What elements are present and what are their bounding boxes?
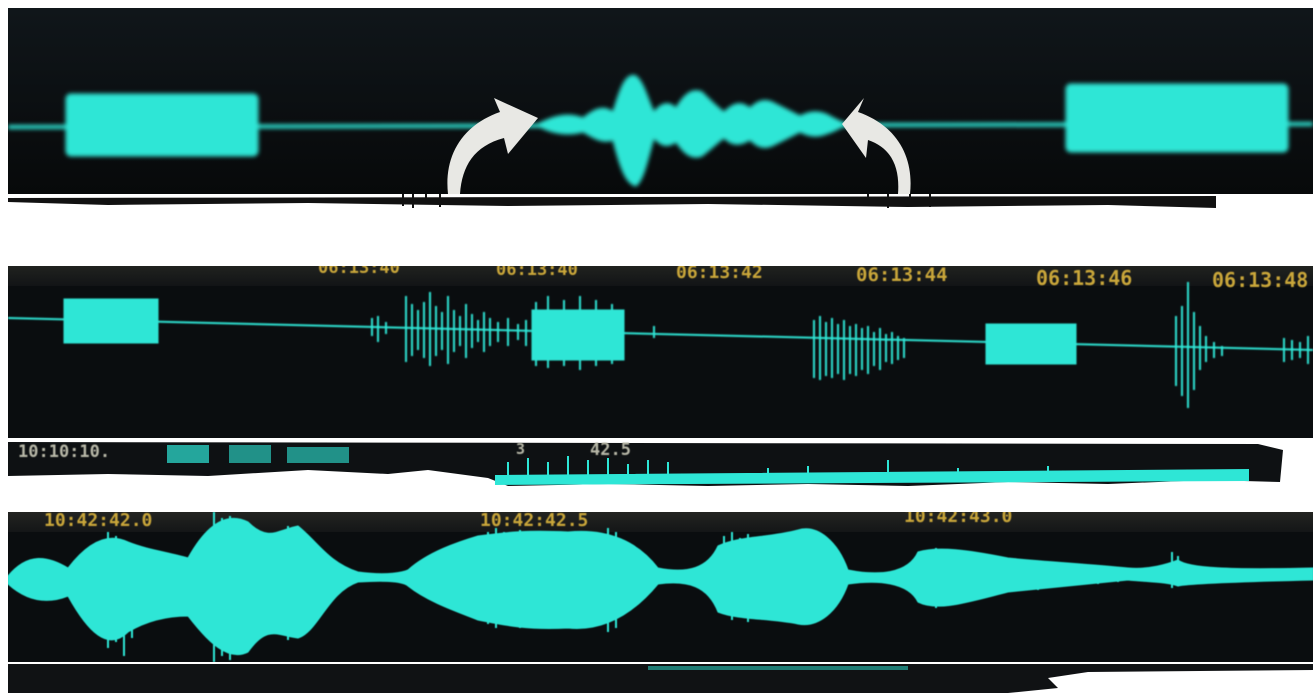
tone-block-right [1065,83,1289,153]
waveform-strip-4: 10:42:42.0 10:42:42.5 10:42:43.0 [8,512,1313,662]
timestamp-label: 3 [516,440,526,458]
waveform-graphic [8,512,1313,662]
timestamp-label: 10:10:10. [18,442,111,462]
torn-fragment-graphic [8,442,1283,486]
torn-edge [8,664,1313,693]
tone-block [63,298,159,344]
waveform-strip-3-torn: 10:10:10. 3 42.5 [8,440,1313,490]
speech-block [531,309,625,361]
waveform-graphic [8,282,1313,408]
torn-edge [8,194,1216,210]
timestamp-label: 42.5 [590,440,631,460]
zoomed-waveform-graphic [8,8,1313,194]
tone-block [985,323,1077,365]
waveform-collage: 06:13:40 06:13:40 06:13:42 06:13:44 06:1… [0,0,1313,693]
zoomed-waveform-strip [8,8,1313,194]
tone-block-left [65,93,259,157]
waveform-strip-2: 06:13:40 06:13:40 06:13:42 06:13:44 06:1… [8,266,1313,438]
